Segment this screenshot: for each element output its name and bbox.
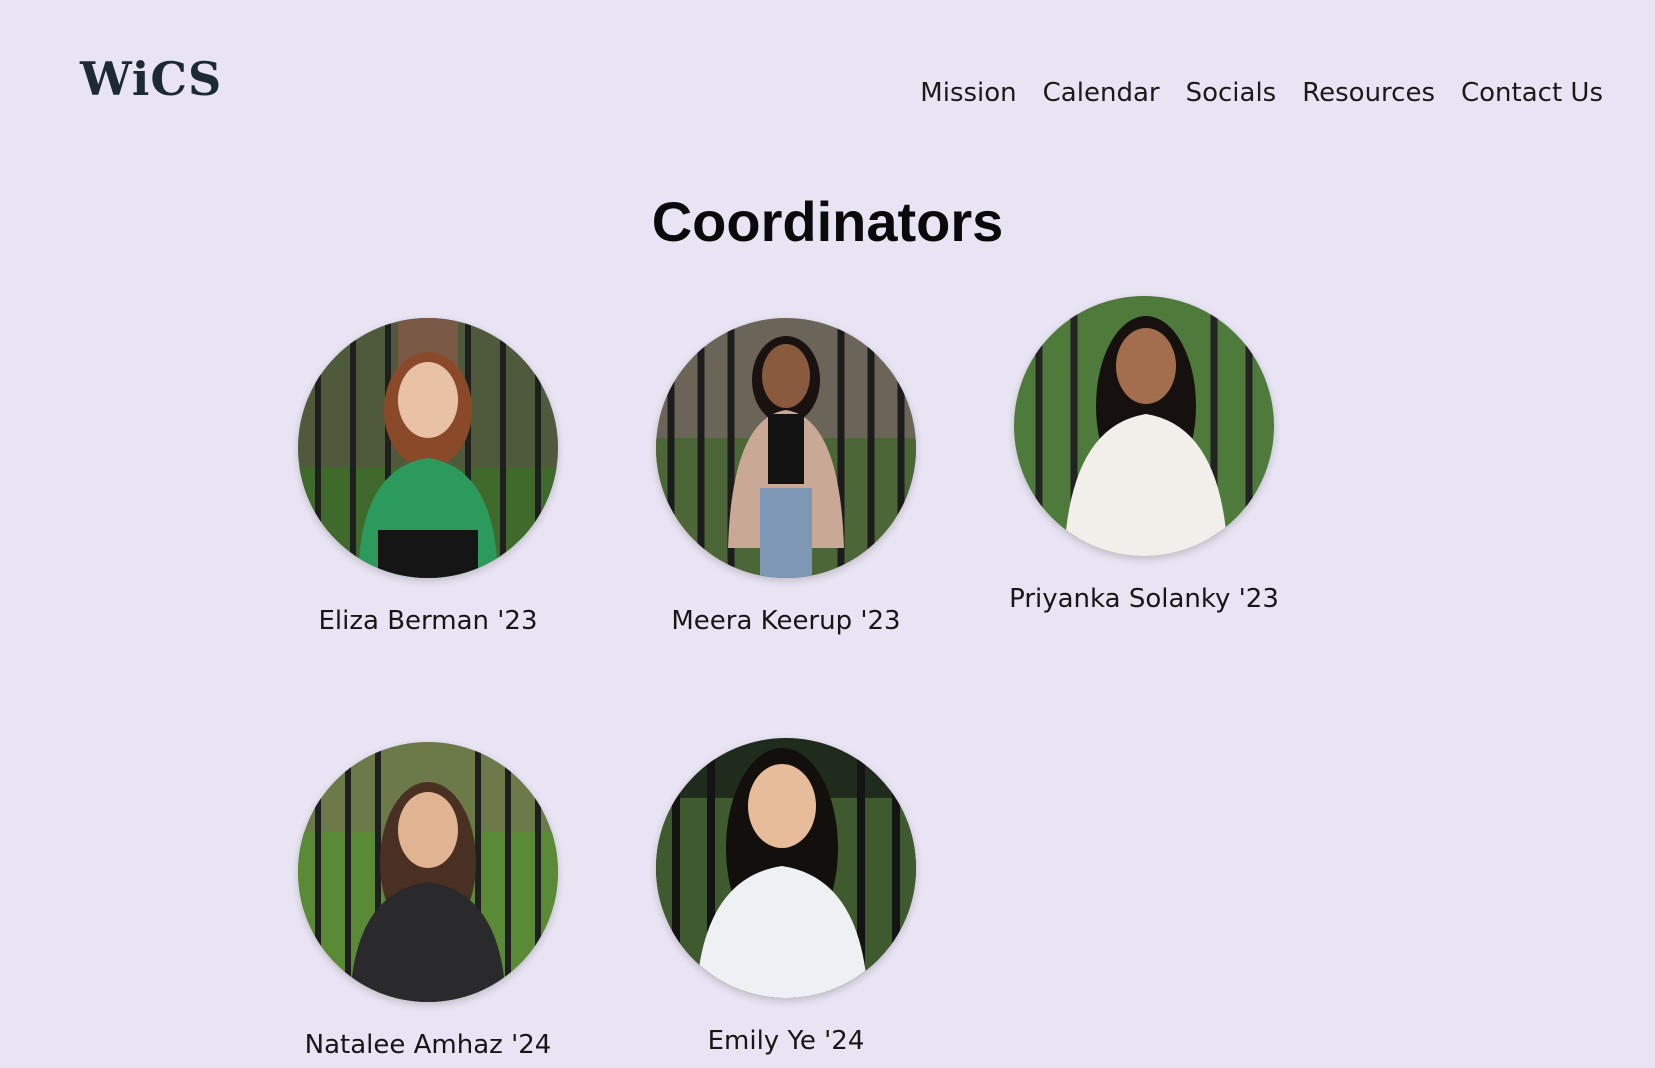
nav-link-calendar[interactable]: Calendar — [1043, 78, 1160, 109]
portrait-image — [1014, 296, 1274, 556]
site-header: WiCS Mission Calendar Socials Resources … — [0, 0, 1655, 190]
main-nav: Mission Calendar Socials Resources Conta… — [920, 78, 1603, 109]
nav-link-mission[interactable]: Mission — [920, 78, 1016, 109]
coordinator-card: Emily Ye '24 — [606, 738, 966, 1057]
coordinator-photo — [1014, 296, 1274, 556]
coordinator-photo — [656, 318, 916, 578]
coordinator-card: Meera Keerup '23 — [606, 318, 966, 637]
coordinator-photo — [298, 742, 558, 1002]
coordinator-card: Natalee Amhaz '24 — [248, 742, 608, 1061]
coordinator-card: Priyanka Solanky '23 — [964, 296, 1324, 615]
coordinator-name: Eliza Berman '23 — [318, 606, 538, 636]
coordinator-name: Natalee Amhaz '24 — [304, 1030, 552, 1060]
portrait-image — [656, 738, 916, 998]
coordinator-name: Meera Keerup '23 — [671, 606, 901, 636]
coordinator-photo — [656, 738, 916, 998]
coordinator-photo — [298, 318, 558, 578]
coordinator-name: Emily Ye '24 — [707, 1026, 865, 1056]
portrait-image — [298, 318, 558, 578]
coordinator-card: Eliza Berman '23 — [248, 318, 608, 637]
coordinator-name: Priyanka Solanky '23 — [1009, 584, 1279, 614]
nav-link-resources[interactable]: Resources — [1302, 78, 1435, 109]
page-title: Coordinators — [651, 190, 1004, 253]
portrait-image — [656, 318, 916, 578]
nav-link-socials[interactable]: Socials — [1186, 78, 1277, 109]
site-logo[interactable]: WiCS — [80, 56, 222, 102]
portrait-image — [298, 742, 558, 1002]
nav-link-contact-us[interactable]: Contact Us — [1461, 78, 1603, 109]
